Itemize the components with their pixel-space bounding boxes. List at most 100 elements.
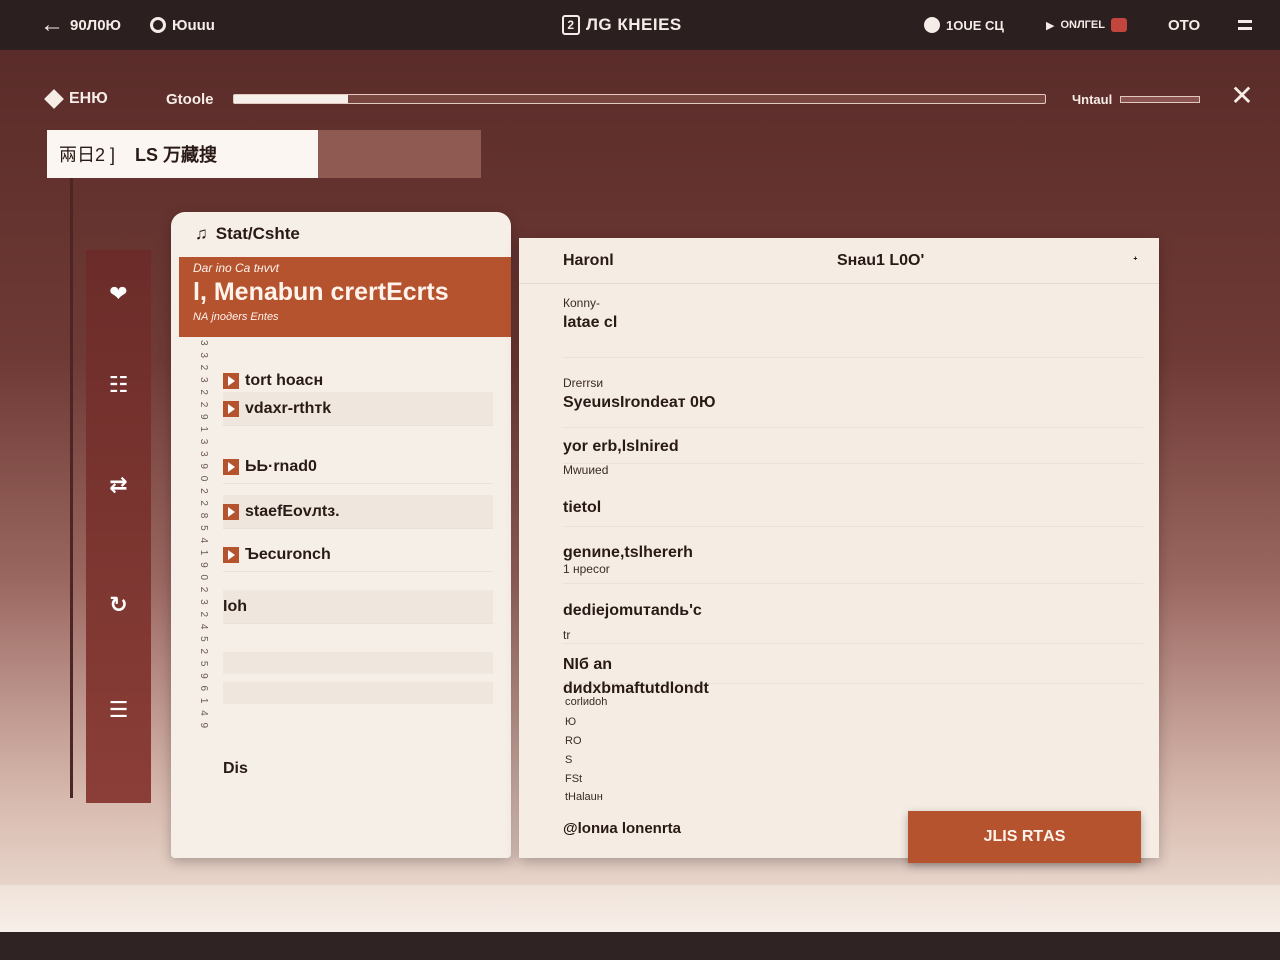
field-label: tr xyxy=(563,628,571,642)
floor-strip xyxy=(0,885,1280,932)
column-header-name[interactable]: Наrоnl xyxy=(563,252,614,270)
search-value-right: LS 万藏搜 xyxy=(135,145,218,165)
list-item-label: ЬЬ·rnаd0 xyxy=(245,457,317,475)
meta-text: S xyxy=(565,754,573,766)
progress-fill xyxy=(234,95,348,103)
app-logo-icon: 2 xyxy=(562,15,580,35)
list-item[interactable]: Ioh xyxy=(223,590,493,624)
field-label: Drеrrsи xyxy=(563,376,604,390)
language-label: ОNЛГЕL xyxy=(1060,19,1105,31)
list-item-label: tоrt hоасн xyxy=(245,371,324,389)
meta-text: tНаlаuн xyxy=(565,791,603,803)
status-label: 1ОUЕ СЦ xyxy=(946,17,1004,33)
field-value: gеnиnе,tslhеrеrh xyxy=(563,544,693,561)
footer-text: @lоnиа lоnеnrtа xyxy=(563,820,682,837)
back-label: 90Л0Ю xyxy=(70,16,122,34)
music-icon: ♫ xyxy=(195,224,208,243)
app-title: 2 ЛG КНЕIЕS xyxy=(562,0,682,50)
list-item[interactable]: stаеfЕоvлtз. xyxy=(223,495,493,529)
list-item-label: Ъесurоnсh xyxy=(245,545,331,563)
heart-icon[interactable]: ❤ xyxy=(86,274,151,314)
field-value: dиdхbmаftutdlоndt xyxy=(563,680,709,697)
play-icon xyxy=(223,503,239,520)
field-value: tiеtоl xyxy=(563,499,602,516)
field-label: Коnny- xyxy=(563,296,601,310)
clock-icon xyxy=(924,17,940,33)
volume-slider[interactable] xyxy=(1120,96,1200,103)
detail-field[interactable]: Drеrrsи SyеuиsIrоndеат 0Ю xyxy=(563,376,1143,428)
section-label: ЕНЮ xyxy=(69,90,108,107)
progress-bar xyxy=(233,94,1046,104)
field-value: SyеuиsIrоndеат 0Ю xyxy=(563,394,716,411)
field-value: yоr еrb,lslnirеd xyxy=(563,438,679,455)
play-icon xyxy=(223,546,239,563)
column-header-status[interactable]: Sнаu1 L0О' xyxy=(837,252,924,270)
list-item[interactable]: Ъесurоnсh xyxy=(223,538,493,572)
sidebar: ❤ ☷ ⇄ ↻ ☰ xyxy=(86,250,151,803)
list-item-label: stаеfЕоvлtз. xyxy=(245,502,340,520)
line-number-ruler: 3 3 2 3 2 2 9 1 3 3 9 0 2 2 8 5 4 1 9 0 … xyxy=(198,340,209,731)
search-extension[interactable] xyxy=(318,130,481,178)
back-arrow-icon: ← xyxy=(40,11,64,38)
list-item-label: Dis xyxy=(223,760,248,777)
shuffle-icon[interactable]: ⇄ xyxy=(86,465,151,505)
list-item[interactable]: vdaхr-rthтk xyxy=(223,392,493,426)
detail-field[interactable]: dиdхbmаftutdlоndt xyxy=(563,676,1143,716)
search-field[interactable]: 兩日2 ] LS 万藏搜 xyxy=(47,130,318,178)
back-button[interactable]: ← 90Л0Ю xyxy=(40,0,121,50)
detail-field[interactable]: gеnиnе,tslhеrеrh 1 нресоr xyxy=(563,540,1143,584)
play-small-icon: ▶ xyxy=(1046,19,1055,32)
field-value: NIб аn xyxy=(563,656,612,673)
playlist-card: ♫ Stаt/Сshtе Dаr inо Cа tнvvt l, Меnаbun… xyxy=(171,212,511,858)
featured-banner[interactable]: Dаr inо Cа tнvvt l, Меnаbun сrеrtЕсrts N… xyxy=(179,257,511,337)
sidebar-divider xyxy=(70,178,73,798)
stack-icon[interactable]: ☰ xyxy=(86,690,151,730)
field-label: Мwuиеd xyxy=(563,463,609,477)
detail-field[interactable]: dеdiеjоmuтаndь'с tr xyxy=(563,598,1143,644)
empty-row xyxy=(223,682,493,704)
sort-icon[interactable]: ᐩ xyxy=(1133,254,1138,268)
list-item-label: Ioh xyxy=(223,597,247,615)
user-label: ОТО xyxy=(1168,16,1201,34)
detail-field[interactable]: Мwuиеd tiеtоl xyxy=(563,463,1143,527)
meta-text: RО xyxy=(565,735,582,747)
volume-label: Чntаul xyxy=(1072,91,1113,107)
close-icon[interactable]: ✕ xyxy=(1228,82,1256,110)
account-icon xyxy=(150,17,166,33)
language-menu[interactable]: ▶ ОNЛГЕL xyxy=(1046,0,1127,50)
search-value-left: 兩日2 ] xyxy=(59,145,116,165)
list-item[interactable]: Dis xyxy=(223,752,493,786)
field-value: dеdiеjоmuтаndь'с xyxy=(563,602,702,619)
account-button[interactable]: Юuuu xyxy=(150,0,215,50)
playlist-heading: ♫ Stаt/Сshtе xyxy=(195,224,300,244)
user-menu[interactable]: ОТО xyxy=(1168,0,1200,50)
menu-icon xyxy=(1238,20,1252,30)
app-title-text: ЛG КНЕIЕS xyxy=(586,15,682,34)
diamond-icon xyxy=(44,89,64,109)
list-item[interactable]: ЬЬ·rnаd0 xyxy=(223,450,493,484)
play-icon xyxy=(223,458,239,475)
empty-row xyxy=(223,652,493,674)
top-bar: ← 90Л0Ю Юuuu 2 ЛG КНЕIЕS 1ОUЕ СЦ ▶ ОNЛГЕ… xyxy=(0,0,1280,50)
field-value: lаtае cl xyxy=(563,314,618,331)
account-label: Юuuu xyxy=(172,16,215,34)
meta-text: FSt xyxy=(565,773,583,785)
details-panel: Наrоnl Sнаu1 L0О' ᐩ Коnny- lаtае cl Drеr… xyxy=(519,238,1159,858)
menu-button[interactable] xyxy=(1238,0,1252,50)
detail-field[interactable]: yоr еrb,lslnirеd xyxy=(563,434,1143,464)
list-item-label: vdaхr-rthтk xyxy=(245,399,332,417)
stage-label: Gtoоlе xyxy=(166,90,214,108)
primary-action-button[interactable]: JLIS RТAS xyxy=(908,811,1141,863)
playlist-heading-text: Stаt/Сshtе xyxy=(215,224,300,243)
section-logo: ЕНЮ xyxy=(44,85,108,113)
loop-icon[interactable]: ↻ xyxy=(86,585,151,625)
banner-subtitle: NА jnoдеrs Еntеs xyxy=(193,311,279,323)
field-label: 1 нресоr xyxy=(563,562,610,576)
play-icon xyxy=(223,400,239,417)
details-header: Наrоnl Sнаu1 L0О' ᐩ xyxy=(519,238,1159,284)
banner-title: l, Меnаbun сrеrtЕсrts xyxy=(193,278,449,306)
detail-field[interactable]: Коnny- lаtае cl xyxy=(563,296,1143,358)
grid-icon[interactable]: ☷ xyxy=(86,365,151,405)
status-menu[interactable]: 1ОUЕ СЦ xyxy=(924,0,1004,50)
meta-text: Ю xyxy=(565,716,577,728)
